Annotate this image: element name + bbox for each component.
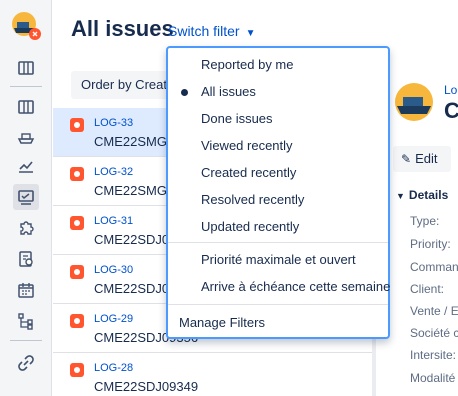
manage-filters-link[interactable]: Manage Filters (168, 310, 388, 336)
bug-icon (70, 363, 84, 377)
link-icon[interactable] (13, 350, 39, 376)
field-label: Type: (410, 214, 440, 228)
field-label: Client: (410, 282, 445, 296)
issue-key[interactable]: LOG-31 (94, 215, 133, 227)
board-icon[interactable] (13, 55, 39, 81)
field-label: Modalité (410, 371, 456, 385)
reports-icon[interactable] (13, 246, 39, 272)
chevron-down-icon: ▼ (396, 191, 405, 201)
puzzle-icon[interactable] (13, 215, 39, 241)
bug-icon (70, 265, 84, 279)
issue-row[interactable]: LOG-28 CME22SDJ09349 (53, 353, 373, 396)
menu-divider (168, 242, 388, 243)
menu-item-all-issues[interactable]: All issues (168, 79, 388, 105)
field-label: Vente / E (410, 304, 458, 318)
issue-key[interactable]: LOG-28 (94, 362, 133, 374)
columns-icon[interactable] (13, 94, 39, 120)
bug-icon (70, 167, 84, 181)
page-title: All issues (71, 16, 174, 41)
project-logo-icon[interactable] (11, 11, 41, 41)
pencil-icon: ✎ (401, 152, 412, 166)
field-label: Priority: (410, 237, 451, 251)
rail-divider (10, 340, 42, 341)
issues-icon[interactable] (13, 184, 39, 210)
calendar-icon[interactable] (13, 277, 39, 303)
rail-divider (10, 86, 42, 87)
filter-dropdown-menu: Reported by me All issues Done issues Vi… (166, 46, 390, 339)
project-link[interactable]: Lo (444, 83, 457, 97)
issue-key[interactable]: LOG-29 (94, 313, 133, 325)
bug-icon (70, 216, 84, 230)
issue-summary: CME22SDJ09 (94, 281, 177, 296)
details-heading: Details (408, 188, 449, 202)
edit-label: Edit (415, 151, 438, 166)
menu-item-custom-filter[interactable]: Arrive à échéance cette semaine (168, 274, 390, 300)
issue-key[interactable]: LOG-33 (94, 117, 133, 129)
menu-divider (168, 304, 388, 305)
nav-rail (0, 0, 52, 396)
issue-summary: CME22SDJ09 (94, 232, 177, 247)
issue-title: C (444, 98, 458, 123)
bug-icon (70, 314, 84, 328)
issue-summary: CME22SDJ09349 (94, 379, 199, 394)
issue-summary: CME22SMG1 (94, 183, 175, 198)
switch-filter-label: Switch filter (168, 23, 240, 39)
issue-summary: CME22SMG1 (94, 134, 175, 149)
jira-issues-screen: All issues Switch filter ▼ Order by Creat… (0, 0, 458, 396)
issue-key[interactable]: LOG-30 (94, 264, 133, 276)
bug-icon (70, 118, 84, 132)
field-label: Intersite: (410, 348, 457, 362)
tree-icon[interactable] (13, 308, 39, 334)
switch-filter-button[interactable]: Switch filter ▼ (168, 23, 255, 39)
menu-item-created-recently[interactable]: Created recently (168, 160, 388, 186)
menu-item-resolved-recently[interactable]: Resolved recently (168, 187, 388, 213)
field-label: Comman (410, 260, 458, 274)
menu-item-custom-filter[interactable]: Priorité maximale et ouvert (168, 247, 388, 273)
field-label: Société c (410, 326, 458, 340)
project-avatar-icon (395, 83, 433, 121)
menu-item-viewed-recently[interactable]: Viewed recently (168, 133, 388, 159)
edit-button[interactable]: ✎ Edit (393, 146, 451, 172)
menu-item-reported-by-me[interactable]: Reported by me (168, 52, 388, 78)
chevron-down-icon: ▼ (245, 28, 256, 39)
menu-item-updated-recently[interactable]: Updated recently (168, 214, 388, 240)
chart-icon[interactable] (13, 153, 39, 179)
issue-key[interactable]: LOG-32 (94, 166, 133, 178)
menu-item-done-issues[interactable]: Done issues (168, 106, 388, 132)
details-section-toggle[interactable]: ▼ Details (396, 188, 448, 202)
boat-icon[interactable] (13, 124, 39, 150)
